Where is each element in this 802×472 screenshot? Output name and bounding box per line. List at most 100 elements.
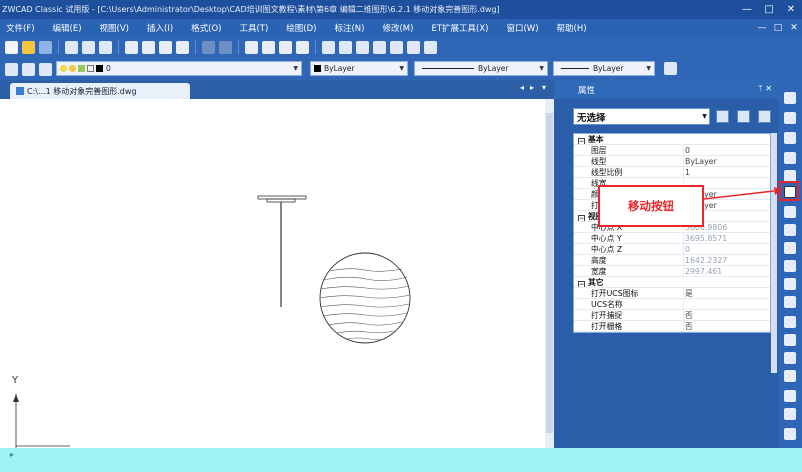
extend-icon[interactable] — [784, 296, 796, 308]
tab-scroll-left-button[interactable]: ◂ — [520, 83, 524, 92]
menu-modify[interactable]: 修改(M) — [373, 22, 422, 34]
property-row[interactable]: 线型比例 1 — [574, 167, 770, 178]
pan-icon[interactable] — [245, 40, 258, 54]
rotate-icon[interactable] — [784, 206, 796, 218]
close-button[interactable]: ✕ — [780, 4, 802, 15]
fillet-icon[interactable] — [784, 390, 796, 402]
category-basic[interactable]: − 基本 — [574, 134, 770, 145]
mirror-icon[interactable] — [784, 132, 796, 144]
match-properties-icon[interactable] — [176, 40, 189, 54]
lengthen-icon[interactable] — [784, 260, 796, 272]
open-folder-icon[interactable] — [22, 40, 35, 54]
zoom-previous-icon[interactable] — [296, 40, 309, 54]
scrollbar-thumb[interactable] — [546, 113, 553, 433]
menu-view[interactable]: 视图(V) — [91, 22, 138, 34]
panel-pin-close-buttons[interactable]: ᛘ ✕ — [758, 84, 772, 93]
property-row[interactable]: 图层 0 — [574, 145, 770, 156]
calculator-icon[interactable] — [407, 40, 420, 54]
layer-dropdown[interactable]: 0 ▼ — [56, 61, 302, 76]
maximize-button[interactable]: □ — [758, 4, 780, 15]
collapse-icon[interactable]: − — [578, 281, 585, 287]
property-row[interactable]: 打开UCS图标是 — [574, 288, 770, 299]
zoom-window-icon[interactable] — [279, 40, 292, 54]
document-tab[interactable]: C:\...1 移动对象完善图形.dwg — [10, 83, 190, 99]
paste-icon[interactable] — [159, 40, 172, 54]
scale-icon[interactable] — [784, 224, 796, 236]
menu-format[interactable]: 格式(O) — [182, 22, 230, 34]
menu-tools[interactable]: 工具(T) — [230, 22, 277, 34]
properties-palette-icon[interactable] — [322, 40, 335, 54]
property-row[interactable]: 打开捕捉否 — [574, 310, 770, 321]
chevron-down-icon: ▼ — [399, 65, 404, 72]
layer-manager-icon[interactable] — [5, 62, 18, 76]
properties-scrollbar[interactable] — [771, 133, 777, 373]
erase-icon[interactable] — [784, 92, 796, 104]
markup-icon[interactable] — [390, 40, 403, 54]
collapse-icon[interactable]: − — [578, 215, 585, 221]
join-icon[interactable] — [784, 352, 796, 364]
property-row[interactable]: 中心点 Y 3695.8571 — [574, 233, 770, 244]
help-icon[interactable] — [424, 40, 437, 54]
property-row[interactable]: 打开栅格否 — [574, 321, 770, 332]
undo-icon[interactable] — [202, 40, 215, 54]
break-icon[interactable] — [784, 334, 796, 346]
publish-icon[interactable] — [99, 40, 112, 54]
toggle-pickadd-icon[interactable] — [716, 110, 729, 123]
copy-icon[interactable] — [142, 40, 155, 54]
explode-icon[interactable] — [784, 408, 796, 420]
menu-et-tools[interactable]: ET扩展工具(X) — [422, 22, 497, 34]
plot-style-icon[interactable] — [664, 62, 677, 75]
redo-icon[interactable] — [219, 40, 232, 54]
trim-icon[interactable] — [784, 278, 796, 290]
tool-palette-icon[interactable] — [356, 40, 369, 54]
menu-file[interactable]: 文件(F) — [0, 22, 44, 34]
select-objects-icon[interactable] — [737, 110, 750, 123]
menu-insert[interactable]: 插入(I) — [138, 22, 182, 34]
property-row[interactable]: 中心点 Z0 — [574, 244, 770, 255]
print-preview-icon[interactable] — [82, 40, 95, 54]
property-row[interactable]: UCS名称 — [574, 299, 770, 310]
category-other[interactable]: − 其它 — [574, 277, 770, 288]
save-icon[interactable] — [39, 40, 52, 54]
offset-icon[interactable] — [784, 152, 796, 164]
new-file-icon[interactable] — [5, 40, 18, 54]
minimize-button[interactable]: — — [736, 4, 758, 15]
tab-scroll-right-button[interactable]: ▸ — [530, 83, 534, 92]
sheet-set-icon[interactable] — [373, 40, 386, 54]
property-row[interactable]: 高度 1642.2327 — [574, 255, 770, 266]
stretch-icon[interactable] — [784, 242, 796, 254]
menu-help[interactable]: 帮助(H) — [548, 22, 596, 34]
menu-edit[interactable]: 编辑(E) — [44, 22, 91, 34]
lineweight-dropdown[interactable]: ByLayer ▼ — [553, 61, 655, 76]
stand-top-plate[interactable] — [257, 195, 307, 200]
zoom-realtime-icon[interactable] — [262, 40, 275, 54]
doc-minimize-button[interactable]: — — [754, 23, 770, 33]
lineweight-preview — [561, 68, 589, 69]
tab-list-button[interactable]: ▾ — [542, 83, 546, 92]
copy-object-icon[interactable] — [784, 112, 796, 124]
doc-close-button[interactable]: ✕ — [786, 23, 802, 33]
property-row[interactable]: 线型 ByLayer — [574, 156, 770, 167]
print-icon[interactable] — [65, 40, 78, 54]
menu-window[interactable]: 窗口(W) — [497, 22, 547, 34]
globe-shape[interactable] — [319, 252, 411, 344]
color-dropdown[interactable]: ByLayer ▼ — [310, 61, 408, 76]
drawing-canvas[interactable]: Y — [0, 99, 553, 448]
layer-previous-icon[interactable] — [39, 62, 52, 76]
layer-state-icon[interactable] — [22, 62, 35, 76]
stand-neck[interactable] — [266, 198, 296, 203]
selection-dropdown[interactable]: 无选择 ▼ — [573, 108, 710, 125]
cut-icon[interactable] — [125, 40, 138, 54]
property-row[interactable]: 宽度 2997.461 — [574, 266, 770, 277]
design-center-icon[interactable] — [339, 40, 352, 54]
doc-restore-button[interactable]: □ — [770, 23, 786, 33]
break-at-point-icon[interactable] — [784, 316, 796, 328]
menu-dimension[interactable]: 标注(N) — [325, 22, 373, 34]
edit-polyline-icon[interactable] — [784, 428, 796, 440]
canvas-vertical-scrollbar[interactable] — [545, 99, 554, 448]
linetype-dropdown[interactable]: ByLayer ▼ — [414, 61, 548, 76]
quick-select-icon[interactable] — [758, 110, 771, 123]
collapse-icon[interactable]: − — [578, 138, 585, 144]
chamfer-icon[interactable] — [784, 370, 796, 382]
menu-draw[interactable]: 绘图(D) — [277, 22, 325, 34]
